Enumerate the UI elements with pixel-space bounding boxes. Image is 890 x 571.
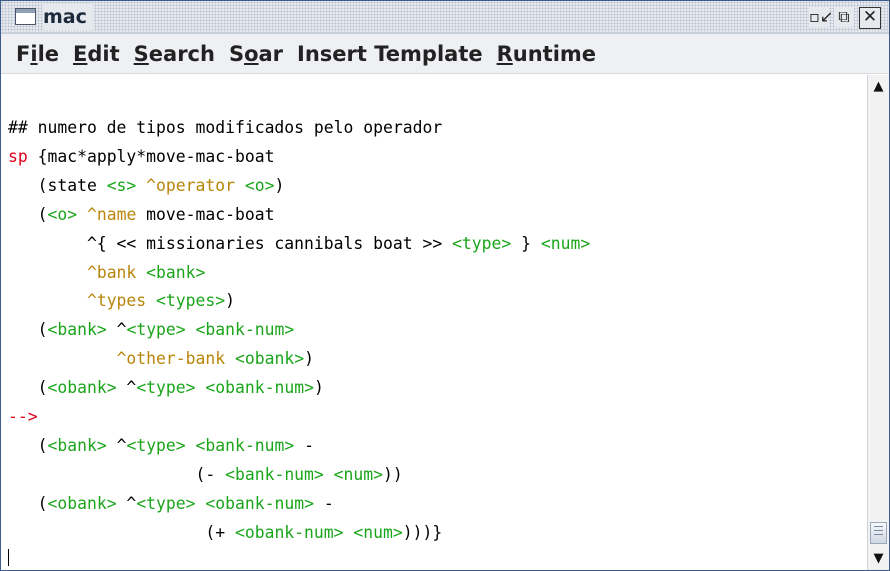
code-line: ^types <types>): [86, 291, 235, 311]
title-bar[interactable]: mac ▫↙ ⧉ ✕: [1, 1, 889, 34]
code-comment: ## numero de tipos modificados pelo oper…: [8, 118, 443, 137]
code-arrow: -->: [8, 407, 38, 427]
code-line: (<obank> ^<type> <obank-num>): [8, 378, 324, 398]
menu-insert-template[interactable]: Insert Template: [297, 42, 483, 66]
code-line: (state <s> ^operator <o>): [8, 175, 285, 195]
iconify-icon[interactable]: ▫↙: [809, 7, 833, 27]
menu-file[interactable]: File: [16, 42, 59, 66]
menu-bar: File Edit Search Soar Insert Template Ru…: [1, 34, 889, 74]
code-line: ^other-bank <obank>): [116, 349, 314, 369]
code-line: sp {mac*apply*move-mac-boat: [8, 146, 275, 166]
code-line: (<bank> ^<type> <bank-num> -: [8, 435, 314, 455]
code-text[interactable]: ## numero de tipos modificados pelo oper…: [8, 114, 590, 548]
code-editor[interactable]: ## numero de tipos modificados pelo oper…: [2, 75, 866, 570]
scroll-thumb[interactable]: [870, 522, 887, 544]
code-line: (+ <obank-num> <num>)))}: [8, 522, 443, 542]
menu-edit[interactable]: Edit: [73, 42, 120, 66]
code-line: ^bank <bank>: [86, 262, 206, 282]
menu-runtime[interactable]: Runtime: [497, 42, 596, 66]
code-line: ^{ << missionaries cannibals boat >> <ty…: [8, 233, 591, 253]
menu-search[interactable]: Search: [134, 42, 215, 66]
code-line: (<o> ^name move-mac-boat: [8, 204, 275, 224]
scroll-up-arrow-icon[interactable]: ▲: [868, 75, 889, 99]
close-icon[interactable]: ✕: [859, 7, 881, 29]
text-caret: [8, 549, 9, 566]
window-title: mac: [43, 4, 93, 30]
editor-window: mac ▫↙ ⧉ ✕ File Edit Search Soar Insert …: [0, 0, 890, 571]
code-line: (<obank> ^<type> <obank-num> -: [8, 493, 334, 513]
document-icon: [15, 8, 36, 25]
maximize-icon[interactable]: ⧉: [834, 7, 854, 27]
vertical-scrollbar[interactable]: ▲ ▼: [867, 75, 889, 570]
code-line: (- <bank-num> <num>)): [8, 464, 403, 484]
code-line: (<bank> ^<type> <bank-num>: [8, 320, 295, 340]
scroll-down-arrow-icon[interactable]: ▼: [868, 548, 889, 570]
menu-soar[interactable]: Soar: [229, 42, 283, 66]
